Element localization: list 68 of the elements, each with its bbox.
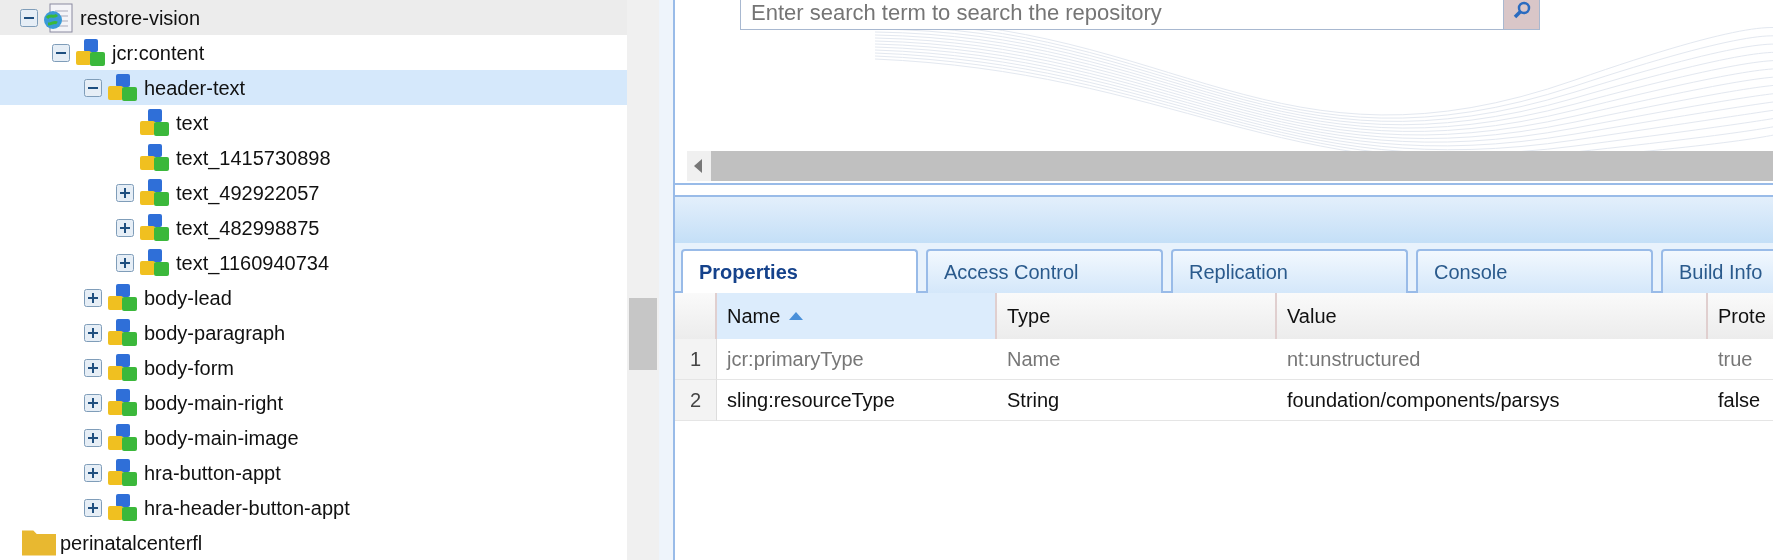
tab[interactable]: Console — [1416, 249, 1653, 293]
column-header[interactable]: Value — [1277, 293, 1708, 339]
tree-item[interactable]: jcr:content — [112, 37, 205, 68]
table-cell: Name — [997, 339, 1277, 380]
table-cell: jcr:primaryType — [717, 339, 997, 380]
expand-icon[interactable] — [116, 253, 134, 272]
tree-item[interactable]: text_482998875 — [176, 212, 320, 243]
tree-item[interactable]: hra-header-button-appt — [144, 492, 350, 523]
tab[interactable]: Replication — [1171, 249, 1408, 293]
tree-item[interactable]: body-paragraph — [144, 317, 286, 348]
expand-icon[interactable] — [116, 218, 134, 237]
tab[interactable]: Build Info — [1661, 249, 1773, 293]
cubes-icon — [106, 386, 140, 419]
table-cell: true — [1708, 339, 1773, 380]
tree-item[interactable]: body-main-right — [144, 387, 283, 418]
table-cell: foundation/components/parsys — [1277, 380, 1708, 421]
collapse-icon[interactable] — [52, 43, 70, 62]
tree-item[interactable]: text_1415730898 — [176, 142, 331, 173]
tab[interactable]: Access Control — [926, 249, 1163, 293]
cubes-icon — [138, 141, 172, 174]
tree-item[interactable]: restore-vision — [80, 2, 201, 33]
expand-icon[interactable] — [84, 393, 102, 412]
column-header[interactable]: Prote — [1708, 293, 1773, 339]
table-cell: String — [997, 380, 1277, 421]
column-header[interactable]: Name — [717, 293, 997, 339]
tree-item[interactable]: text_1160940734 — [176, 247, 330, 278]
expand-icon[interactable] — [84, 358, 102, 377]
tree-item[interactable]: hra-button-appt — [144, 457, 281, 488]
cubes-icon — [138, 176, 172, 209]
expand-icon[interactable] — [84, 323, 102, 342]
tree-item[interactable]: body-form — [144, 352, 235, 383]
sort-ascending-icon — [788, 311, 805, 321]
cubes-icon — [106, 421, 140, 454]
expand-icon[interactable] — [84, 463, 102, 482]
expand-icon[interactable] — [84, 498, 102, 517]
cubes-icon — [106, 456, 140, 489]
cubes-icon — [106, 351, 140, 384]
cubes-icon — [106, 491, 140, 524]
cubes-icon — [138, 211, 172, 244]
cubes-icon — [138, 246, 172, 279]
tree-item[interactable]: text — [176, 107, 209, 138]
expand-icon[interactable] — [84, 428, 102, 447]
header-corner — [675, 293, 717, 339]
expand-icon[interactable] — [84, 288, 102, 307]
table-cell: false — [1708, 380, 1773, 421]
collapse-icon[interactable] — [84, 78, 102, 97]
collapse-icon[interactable] — [20, 8, 38, 27]
row-number: 2 — [675, 380, 717, 421]
cubes-icon — [74, 36, 108, 69]
search-icon — [1512, 0, 1531, 19]
table-cell: nt:unstructured — [1277, 339, 1708, 380]
row-number: 1 — [675, 339, 717, 380]
column-header[interactable]: Type — [997, 293, 1277, 339]
tree-item[interactable]: body-lead — [144, 282, 232, 313]
scrollbar-thumb[interactable] — [629, 298, 657, 370]
tree-item[interactable]: text_492922057 — [176, 177, 320, 208]
expand-icon[interactable] — [116, 183, 134, 202]
search-field[interactable]: Enter search term to search the repository — [740, 0, 1505, 30]
scrollbar[interactable] — [627, 0, 659, 560]
cubes-icon — [106, 316, 140, 349]
tree-item[interactable]: body-main-image — [144, 422, 299, 453]
table-cell: sling:resourceType — [717, 380, 997, 421]
cubes-icon — [106, 71, 140, 104]
tree-item[interactable]: perinatalcenterfl — [60, 527, 203, 558]
tab[interactable]: Properties — [681, 249, 918, 293]
tree-item[interactable]: header-text — [144, 72, 246, 103]
cubes-icon — [138, 106, 172, 139]
cubes-icon — [106, 281, 140, 314]
